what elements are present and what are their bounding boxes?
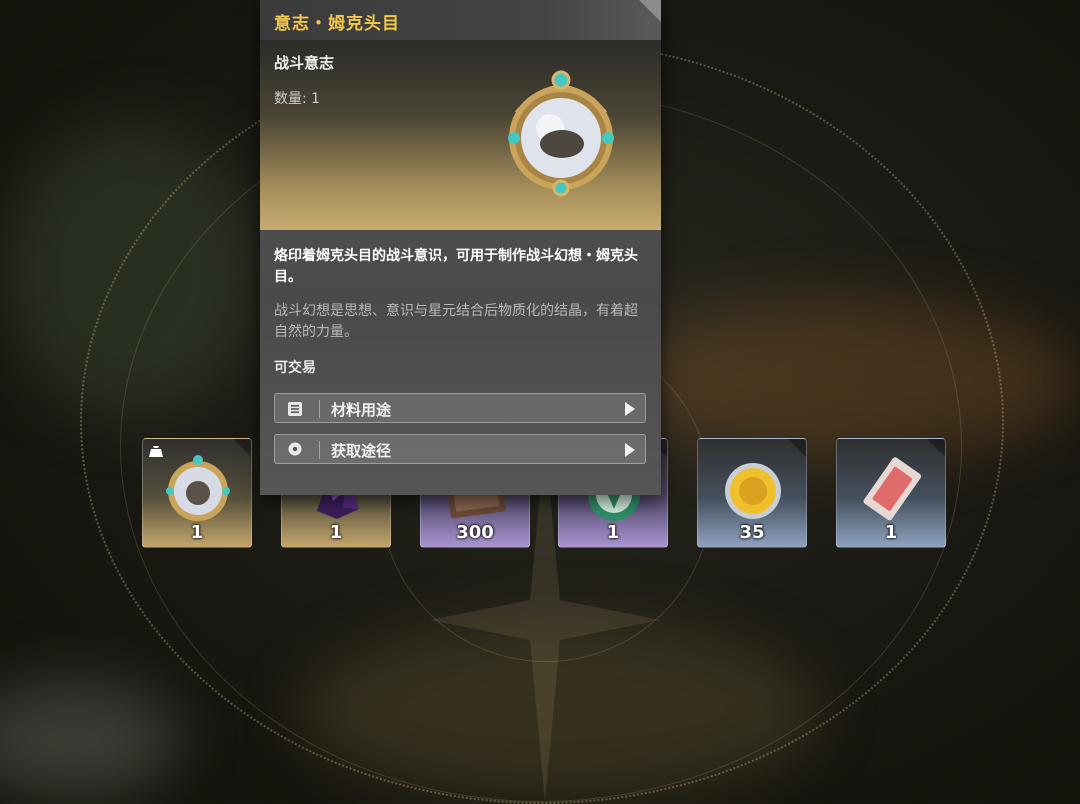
- location-pin-icon: [288, 442, 302, 456]
- item-description: 烙印着姆克头目的战斗意识，可用于制作战斗幻想・姆克头目。: [274, 248, 638, 285]
- list-icon: [288, 402, 302, 416]
- reward-slot[interactable]: 1: [142, 438, 252, 548]
- reward-count: 1: [329, 522, 343, 543]
- obtain-source-label: 获取途径: [331, 442, 392, 460]
- background-glow: [0, 680, 180, 800]
- reward-count: 35: [739, 522, 765, 543]
- button-divider: [319, 441, 320, 459]
- battle-will-medal-icon: [166, 455, 230, 521]
- tooltip-header: 意志・姆克头目: [260, 0, 661, 41]
- reward-count: 1: [884, 522, 898, 543]
- material-usage-label: 材料用途: [331, 401, 392, 419]
- item-lore: 战斗幻想是思想、意识与星元结合后物质化的结晶，有着超自然的力量。: [274, 303, 638, 340]
- material-usage-button[interactable]: 材料用途: [274, 393, 646, 423]
- reward-count: 1: [190, 522, 204, 543]
- item-quantity: 数量: 1: [274, 91, 321, 107]
- button-divider: [319, 400, 320, 418]
- gold-coin-icon: [725, 463, 781, 519]
- chevron-right-icon: [625, 443, 635, 457]
- ticket-icon: [863, 457, 922, 521]
- item-tooltip: 意志・姆克头目 战斗意志 数量: 1 烙印着姆克头目的战斗意识，可用于制作战斗幻…: [260, 0, 661, 495]
- reward-slot[interactable]: 35: [697, 438, 807, 548]
- item-type: 战斗意志: [274, 54, 335, 72]
- battle-will-medal-icon: [508, 70, 614, 197]
- tradable-label: 可交易: [274, 360, 316, 376]
- reward-count: 300: [456, 522, 494, 543]
- reward-slot[interactable]: 1: [836, 438, 946, 548]
- item-preview: 战斗意志 数量: 1: [260, 40, 661, 230]
- reward-count: 1: [606, 522, 620, 543]
- obtain-source-button[interactable]: 获取途径: [274, 434, 646, 464]
- tooltip-title: 意志・姆克头目: [274, 14, 400, 34]
- chevron-right-icon: [625, 402, 635, 416]
